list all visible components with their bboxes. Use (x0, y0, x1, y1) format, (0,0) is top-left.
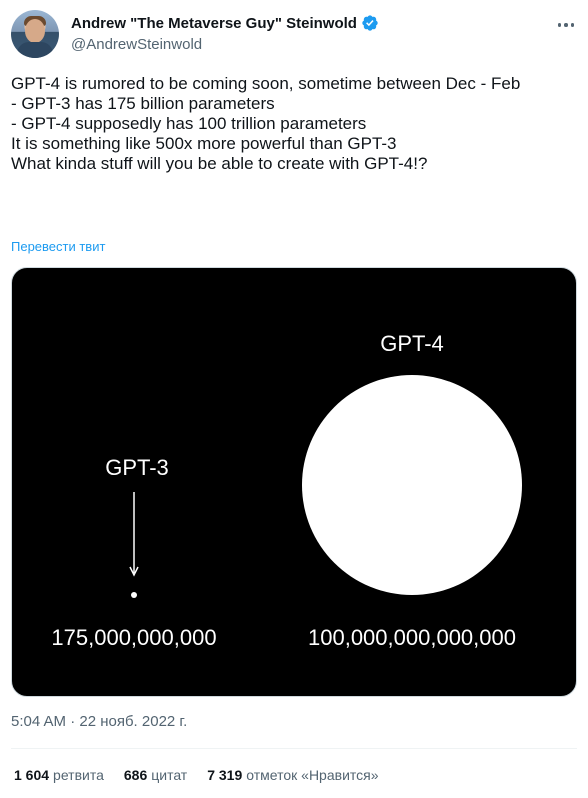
tweet-line: It is something like 500x more powerful … (11, 134, 397, 153)
retweets-stat[interactable]: 1 604 ретвита (14, 767, 104, 783)
comparison-graphic: GPT-3 175,000,000,000 GPT-4 100,000,000,… (51, 331, 522, 650)
verified-badge-icon (362, 15, 378, 31)
gpt3-label: GPT-3 (105, 455, 169, 480)
divider (11, 748, 577, 749)
translate-tweet-link[interactable]: Перевести твит (11, 239, 105, 254)
likes-count: 7 319 (207, 767, 243, 783)
gpt4-circle (302, 375, 522, 595)
author-name[interactable]: Andrew "The Metaverse Guy" Steinwold (71, 15, 357, 32)
gpt3-value: 175,000,000,000 (51, 625, 216, 650)
more-options-icon[interactable] (555, 14, 577, 36)
retweets-count: 1 604 (14, 767, 50, 783)
gpt4-value: 100,000,000,000,000 (308, 625, 516, 650)
tweet-stats: 1 604 ретвита 686 цитат 7 319 отметок «Н… (14, 767, 379, 783)
retweets-label: ретвита (53, 767, 104, 783)
quotes-label: цитат (151, 767, 188, 783)
tweet-line: What kinda stuff will you be able to cre… (11, 154, 428, 173)
tweet-line: - GPT-3 has 175 billion parameters (11, 94, 275, 113)
tweet-line: GPT-4 is rumored to be coming soon, some… (11, 74, 521, 93)
tweet-timestamp[interactable]: 5:04 AM · 22 нояб. 2022 г. (11, 713, 187, 730)
quotes-count: 686 (123, 767, 148, 783)
likes-label: отметок «Нравится» (246, 767, 379, 783)
gpt3-dot (131, 592, 137, 598)
quotes-stat[interactable]: 686 цитат (124, 767, 187, 783)
tweet-header: Andrew "The Metaverse Guy" Steinwold @An… (11, 10, 577, 60)
author-name-row: Andrew "The Metaverse Guy" Steinwold (71, 14, 379, 32)
tweet-line: - GPT-4 supposedly has 100 trillion para… (11, 114, 367, 133)
avatar[interactable] (11, 10, 59, 58)
author-handle[interactable]: @AndrewSteinwold (71, 36, 202, 53)
tweet-media-image[interactable]: GPT-3 175,000,000,000 GPT-4 100,000,000,… (11, 267, 577, 697)
likes-stat[interactable]: 7 319 отметок «Нравится» (207, 767, 378, 783)
tweet-text: GPT-4 is rumored to be coming soon, some… (11, 74, 577, 174)
gpt4-label: GPT-4 (380, 331, 444, 356)
